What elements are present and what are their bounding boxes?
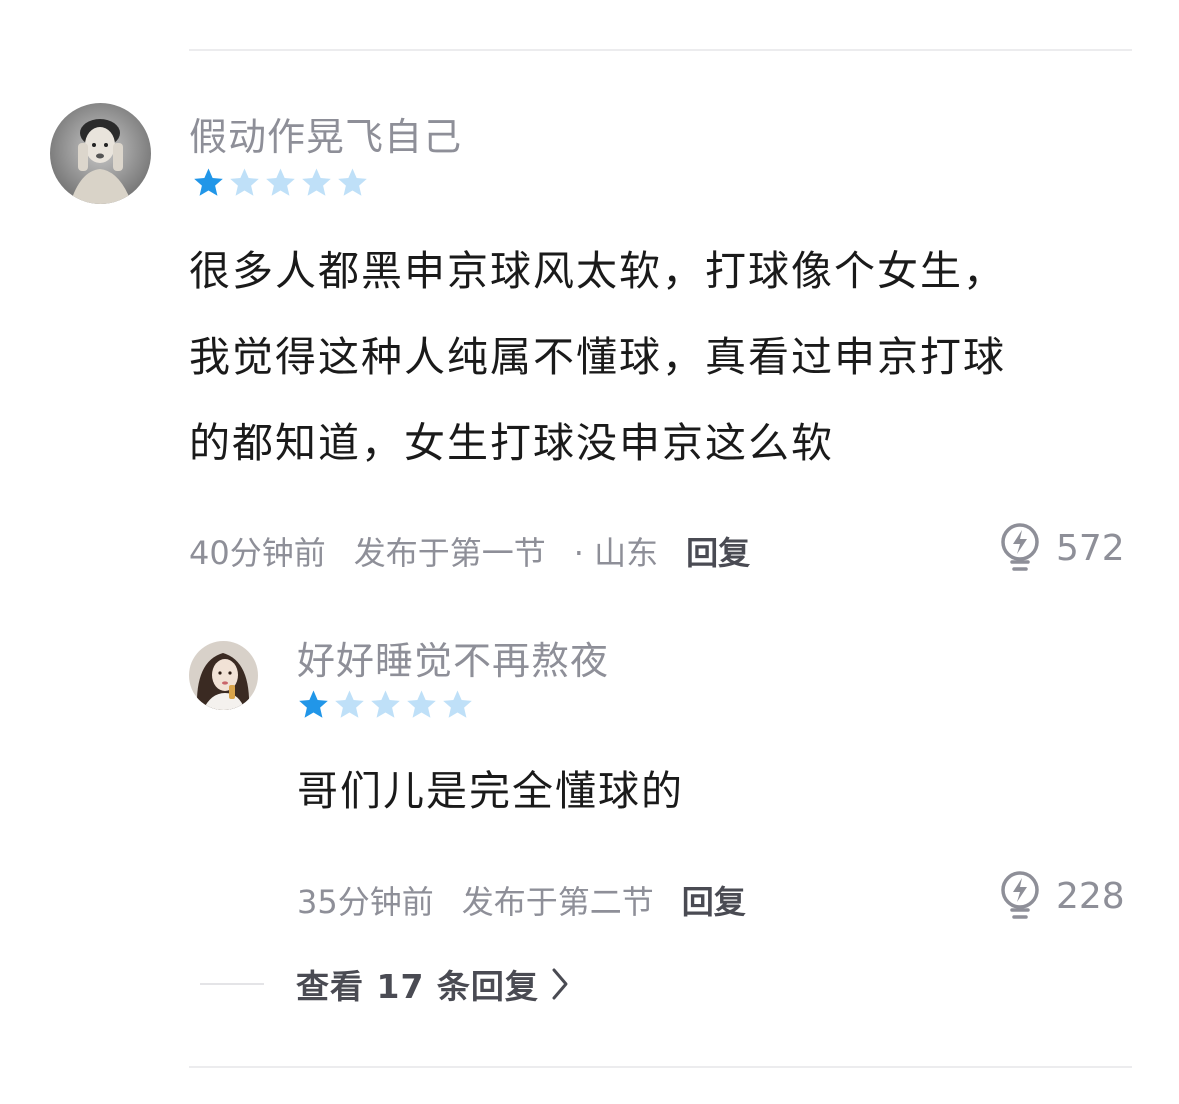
star-empty-icon (371, 690, 400, 718)
star-empty-icon (335, 690, 364, 718)
lightning-bulb-icon (1001, 871, 1039, 919)
like-button[interactable]: 572 (998, 522, 1125, 574)
chevron-right-icon (552, 968, 568, 1000)
reply-rating (297, 688, 474, 721)
reply-avatar[interactable] (189, 641, 258, 710)
star-empty-icon (407, 690, 436, 718)
view-replies-link[interactable]: 查看 17 条回复 (200, 960, 571, 1008)
lightning-bulb-icon (1001, 523, 1039, 571)
star-empty-icon (338, 168, 367, 196)
reply-time: 35分钟前 (297, 883, 434, 921)
top-divider (189, 49, 1132, 51)
avatar-photo-icon (50, 103, 151, 204)
reply-text: 哥们儿是完全懂球的 (297, 767, 684, 815)
comment-rating (192, 166, 369, 199)
reply-button[interactable]: 回复 (686, 528, 750, 574)
view-replies-divider (200, 983, 264, 985)
reply-posted-in: 发布于第二节 (461, 883, 654, 921)
comment-meta: 40分钟前 发布于第一节 · 山东 回复 (189, 528, 750, 574)
view-replies-label: 查看 17 条回复 (296, 967, 539, 1006)
bottom-divider (189, 1066, 1132, 1068)
reply-like-button[interactable]: 228 (998, 870, 1125, 922)
reply-like-count: 228 (1056, 875, 1125, 917)
comment-posted-in: 发布于第一节 (353, 534, 546, 572)
comment-text: 很多人都黑申京球风太软，打球像个女生， 我觉得这种人纯属不懂球，真看过申京打球 … (189, 228, 1149, 486)
star-empty-icon (266, 168, 295, 196)
comment-location: · 山东 (573, 534, 659, 572)
comment-text-line: 我觉得这种人纯属不懂球，真看过申京打球 (189, 333, 1006, 381)
reply-meta: 35分钟前 发布于第二节 回复 (297, 877, 746, 923)
star-filled-icon (194, 168, 223, 196)
avatar[interactable] (50, 103, 151, 204)
star-empty-icon (302, 168, 331, 196)
star-filled-icon (299, 690, 328, 718)
comment-time: 40分钟前 (189, 534, 326, 572)
star-empty-icon (230, 168, 259, 196)
avatar-photo-icon (189, 641, 258, 710)
reply-username[interactable]: 好好睡觉不再熬夜 (297, 630, 609, 685)
comment-text-line: 很多人都黑申京球风太软，打球像个女生， (189, 247, 1006, 295)
comment-text-line: 的都知道，女生打球没申京这么软 (189, 419, 834, 467)
like-count: 572 (1056, 527, 1125, 569)
comment-username[interactable]: 假动作晃飞自己 (189, 106, 462, 161)
star-empty-icon (443, 690, 472, 718)
reply-reply-button[interactable]: 回复 (682, 877, 746, 923)
